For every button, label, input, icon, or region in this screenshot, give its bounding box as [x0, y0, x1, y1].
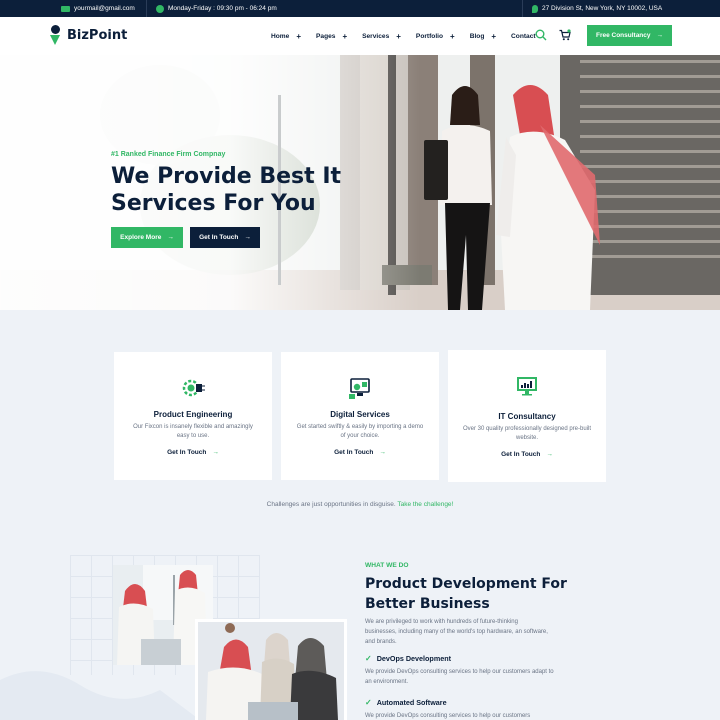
location-pin-icon — [532, 4, 538, 13]
plus-icon: + — [450, 31, 455, 41]
feature-title: Automated Software — [376, 698, 447, 707]
plus-icon: + — [296, 31, 301, 41]
challenge-line: Challenges are just opportunities in dis… — [0, 501, 720, 508]
nav-item-home[interactable]: Home + — [271, 32, 301, 41]
nav-item-services[interactable]: Services + — [362, 32, 401, 41]
free-consultancy-button[interactable]: Free Consultancy → — [587, 25, 672, 46]
hero-title: We Provide Best It Services For You — [111, 164, 342, 216]
service-card-it-consultancy: IT Consultancy Over 30 quality professio… — [448, 350, 606, 482]
button-label: Get In Touch — [199, 234, 239, 241]
monitor-chart-icon — [517, 377, 537, 396]
card-get-in-touch-link[interactable]: Get In Touch → — [448, 451, 606, 458]
meeting-photo-image — [198, 622, 344, 720]
wave-decoration — [0, 671, 200, 720]
nav-label: Contact — [511, 32, 536, 40]
plus-icon: + — [342, 31, 348, 41]
arrow-right-icon: → — [244, 234, 251, 241]
plus-icon: + — [491, 31, 497, 41]
card-description: Over 30 quality professionally designed … — [462, 426, 592, 441]
section-title: Product Development For Better Business — [365, 576, 567, 612]
card-get-in-touch-link[interactable]: Get In Touch → — [114, 449, 272, 456]
nav-label: Services — [362, 32, 390, 40]
card-description: Get started swiftly & easily by importin… — [296, 424, 424, 439]
card-title: Product Engineering — [153, 410, 233, 419]
monitor-settings-icon — [349, 378, 370, 399]
site-header: BizPoint Home + Pages + Services + Portfoli… — [0, 17, 720, 55]
button-label: Explore More — [120, 234, 162, 241]
top-info-bar: yourmail@gmail.com Monday-Friday : 09:30… — [0, 0, 720, 17]
service-card-digital-services: Digital Services Get started swiftly & e… — [281, 352, 439, 480]
topbar-email[interactable]: yourmail@gmail.com — [61, 0, 135, 17]
explore-more-button[interactable]: Explore More → — [111, 227, 183, 248]
team-photo-large — [195, 619, 347, 720]
nav-item-pages[interactable]: Pages + — [316, 32, 347, 41]
nav-label: Home — [271, 32, 290, 40]
plus-icon: + — [396, 31, 401, 41]
nav-item-blog[interactable]: Blog + — [470, 32, 496, 41]
service-card-product-engineering: Product Engineering Our Fixcon is insane… — [114, 352, 272, 480]
cart-icon[interactable] — [559, 29, 571, 41]
feature-description: We provide DevOps consulting services to… — [365, 669, 554, 685]
topbar-address: 27 Division St, New York, NY 10002, USA — [532, 0, 662, 17]
check-icon: ✓ — [365, 698, 372, 707]
logo[interactable]: BizPoint — [50, 25, 127, 45]
card-title: Digital Services — [330, 410, 390, 419]
arrow-right-icon: → — [546, 451, 553, 458]
get-in-touch-button[interactable]: Get In Touch → — [190, 227, 260, 248]
search-icon[interactable] — [535, 29, 547, 41]
hero-section: #1 Ranked Finance Firm Compnay We Provid… — [0, 55, 720, 310]
nav-label: Portfolio — [415, 32, 444, 40]
feature-title: DevOps Development — [376, 654, 451, 663]
arrow-right-icon: → — [167, 234, 174, 241]
feature-automated-software: ✓ Automated Software — [365, 698, 447, 707]
arrow-right-icon: → — [212, 449, 219, 456]
nav-label: Blog — [469, 32, 485, 40]
card-description: Our Fixcon is insanely flexible and amaz… — [133, 424, 253, 439]
arrow-right-icon: → — [379, 449, 386, 456]
main-nav: Home + Pages + Services + Portfolio + Blog + … — [271, 17, 551, 55]
topbar-email-text: yourmail@gmail.com — [74, 5, 135, 12]
topbar-hours-text: Monday-Friday : 09:30 pm - 06:24 pm — [168, 5, 277, 12]
nav-item-contact[interactable]: Contact — [511, 33, 536, 40]
topbar-address-text: 27 Division St, New York, NY 10002, USA — [542, 5, 663, 12]
arrow-right-icon: → — [656, 32, 664, 39]
clock-icon — [156, 4, 164, 13]
take-challenge-link[interactable]: Take the challenge! — [397, 501, 453, 508]
link-label: Get In Touch — [334, 449, 374, 456]
topbar-divider — [522, 0, 523, 17]
challenge-text: Challenges are just opportunities in dis… — [266, 501, 396, 508]
logo-text: BizPoint — [67, 27, 128, 43]
hero-tagline: #1 Ranked Finance Firm Compnay — [111, 151, 226, 158]
link-label: Get In Touch — [167, 449, 207, 456]
nav-label: Pages — [316, 32, 336, 40]
cta-label: Free Consultancy — [595, 32, 651, 39]
section-description: We are privileged to work with hundreds … — [365, 619, 548, 645]
card-title: IT Consultancy — [498, 412, 556, 421]
section-tag: WHAT WE DO — [365, 562, 409, 569]
link-label: Get In Touch — [501, 451, 541, 458]
feature-devops: ✓ DevOps Development — [365, 654, 451, 663]
check-icon: ✓ — [365, 654, 372, 663]
logo-mark-icon — [50, 25, 61, 45]
nav-item-portfolio[interactable]: Portfolio + — [416, 32, 455, 41]
card-get-in-touch-link[interactable]: Get In Touch → — [281, 449, 439, 456]
gear-chip-icon — [182, 379, 205, 397]
topbar-divider — [146, 0, 147, 17]
topbar-hours: Monday-Friday : 09:30 pm - 06:24 pm — [156, 0, 277, 17]
mail-icon — [61, 5, 70, 12]
feature-description: We provide DevOps consulting services to… — [365, 713, 531, 719]
